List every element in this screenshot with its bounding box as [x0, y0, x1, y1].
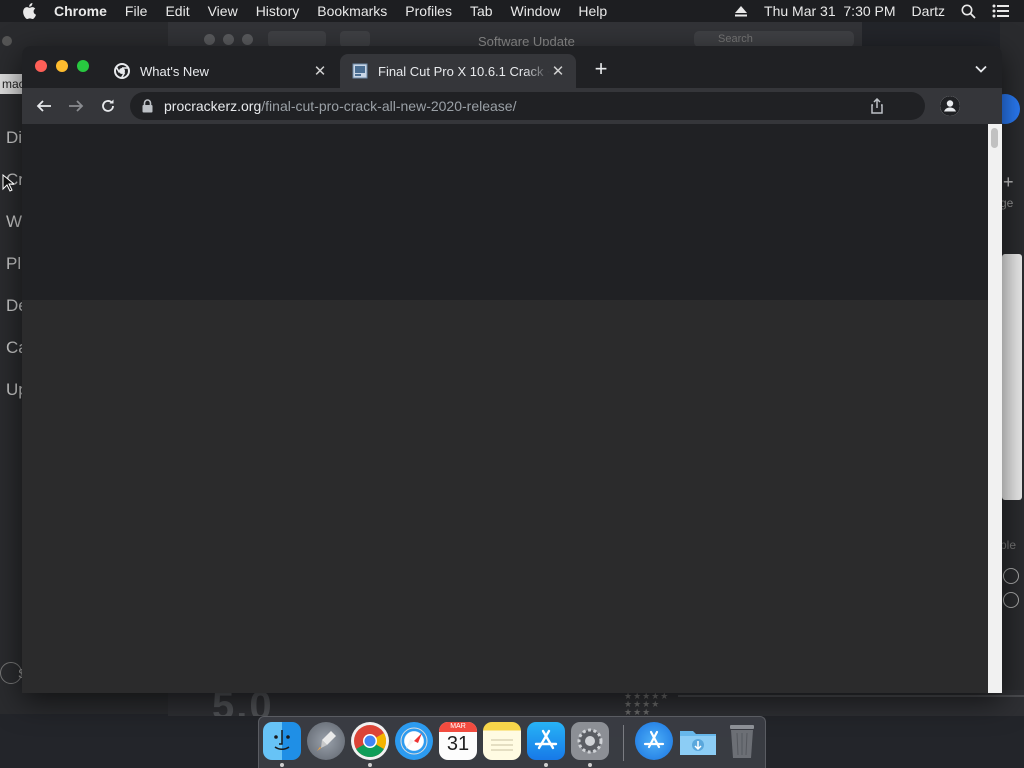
eject-icon[interactable]: [734, 5, 748, 17]
chrome-icon: [114, 63, 130, 79]
tab-whats-new[interactable]: What's New ✕: [102, 54, 338, 88]
grid-view-icon[interactable]: [340, 31, 370, 47]
running-indicator: [368, 763, 372, 767]
url-domain: procrackerz.org: [164, 98, 262, 114]
menu-clock[interactable]: Thu Mar 31 7:30 PM: [764, 3, 896, 19]
forward-arrow-icon[interactable]: [66, 96, 86, 116]
profile-avatar-icon[interactable]: [940, 96, 960, 116]
background-traffic-lights: [204, 34, 253, 45]
running-indicator: [588, 763, 592, 767]
menu-bookmarks[interactable]: Bookmarks: [317, 3, 387, 19]
url-path: /final-cut-pro-crack-all-new-2020-releas…: [261, 98, 517, 114]
window-control-dot: [2, 36, 12, 46]
address-bar[interactable]: procrackerz.org/final-cut-pro-crack-all-…: [130, 92, 925, 120]
new-tab-plus-icon[interactable]: +: [592, 58, 610, 80]
mouse-cursor-icon: [2, 174, 14, 192]
background-nav-buttons[interactable]: [268, 31, 326, 47]
tab-title: What's New: [140, 63, 209, 79]
url-text[interactable]: procrackerz.org/final-cut-pro-crack-all-…: [164, 98, 516, 114]
background-window-titlebar: Software Update Search: [168, 22, 862, 49]
menu-profiles[interactable]: Profiles: [405, 3, 452, 19]
spotlight-search-icon[interactable]: [961, 4, 976, 19]
page-scrollbar[interactable]: [988, 124, 1002, 693]
chrome-window: What's New ✕ Final Cut Pro X 10.6.1 Crac…: [22, 46, 1002, 693]
trash-icon[interactable]: [723, 722, 761, 760]
minimize-window-button[interactable]: [56, 60, 68, 72]
compass-icon[interactable]: [1003, 568, 1019, 584]
tab-final-cut-pro[interactable]: Final Cut Pro X 10.6.1 Crack + Serial Ke…: [340, 54, 576, 88]
rating-bar: [678, 695, 1024, 697]
tab-close-icon[interactable]: ✕: [312, 63, 328, 80]
lifebuoy-icon[interactable]: [1003, 592, 1019, 608]
traffic-lights: [35, 60, 89, 72]
calendar-month: MAR: [439, 722, 477, 732]
background-sidebar-item[interactable]: Pl: [6, 254, 21, 274]
system-preferences-icon[interactable]: [571, 722, 609, 760]
background-window-bottom: 5.0 ★★★★★ ★★★★ ★★★: [168, 690, 1024, 716]
rating-number: 5.0: [212, 690, 274, 716]
browser-toolbar: procrackerz.org/final-cut-pro-crack-all-…: [22, 88, 1002, 124]
page-content[interactable]: [22, 124, 988, 693]
dock: MAR 31: [258, 716, 766, 768]
dock-separator: [623, 725, 624, 761]
background-right-label: ge: [1000, 196, 1014, 210]
tab-close-icon[interactable]: ✕: [550, 63, 566, 80]
lock-icon[interactable]: [142, 99, 154, 113]
reload-icon[interactable]: [98, 96, 118, 116]
back-arrow-icon[interactable]: [34, 96, 54, 116]
background-search-field[interactable]: Search: [694, 31, 854, 47]
background-right-label-2: ple: [1000, 538, 1017, 552]
apple-icon[interactable]: [22, 3, 36, 19]
menu-user[interactable]: Dartz: [912, 3, 945, 19]
site-favicon: [352, 63, 368, 79]
scrollbar-thumb[interactable]: [991, 128, 998, 148]
menu-window[interactable]: Window: [511, 3, 561, 19]
background-sidebar-item[interactable]: W: [6, 212, 22, 232]
google-chrome-icon[interactable]: [351, 722, 389, 760]
app-store-downloads-icon[interactable]: [635, 722, 673, 760]
running-indicator: [280, 763, 284, 767]
finder-icon[interactable]: [263, 722, 301, 760]
zoom-window-button[interactable]: [77, 60, 89, 72]
menu-help[interactable]: Help: [578, 3, 607, 19]
tab-strip: What's New ✕ Final Cut Pro X 10.6.1 Crac…: [22, 46, 1002, 88]
share-icon[interactable]: [869, 97, 885, 114]
launchpad-icon[interactable]: [307, 722, 345, 760]
menu-bar: Chrome File Edit View History Bookmarks …: [0, 0, 1024, 22]
running-indicator: [544, 763, 548, 767]
menu-app-chrome[interactable]: Chrome: [54, 3, 107, 19]
menu-history[interactable]: History: [256, 3, 300, 19]
tab-title: Final Cut Pro X 10.6.1 Crack + Serial Ke…: [378, 63, 550, 79]
safari-icon[interactable]: [395, 722, 433, 760]
background-window-right: + ge ple: [1000, 22, 1024, 714]
downloads-folder-icon[interactable]: [679, 722, 717, 760]
close-window-button[interactable]: [35, 60, 47, 72]
calendar-icon[interactable]: MAR 31: [439, 722, 477, 760]
page-header-area: [22, 124, 988, 300]
notes-icon[interactable]: [483, 722, 521, 760]
menu-edit[interactable]: Edit: [165, 3, 189, 19]
background-panel: [1002, 254, 1022, 500]
background-sidebar-item[interactable]: Di: [6, 128, 22, 148]
menu-file[interactable]: File: [125, 3, 148, 19]
rating-stars: ★★★★★ ★★★★ ★★★: [624, 691, 670, 717]
menu-tab[interactable]: Tab: [470, 3, 493, 19]
calendar-day: 31: [446, 733, 470, 755]
menu-view[interactable]: View: [208, 3, 238, 19]
plus-icon[interactable]: +: [1003, 172, 1014, 193]
app-store-icon[interactable]: [527, 722, 565, 760]
more-options-icon[interactable]: [1000, 94, 1020, 124]
control-center-icon[interactable]: [992, 4, 1010, 18]
background-tab-stub: mac: [0, 74, 24, 94]
tab-search-chevron-icon[interactable]: [974, 62, 988, 76]
